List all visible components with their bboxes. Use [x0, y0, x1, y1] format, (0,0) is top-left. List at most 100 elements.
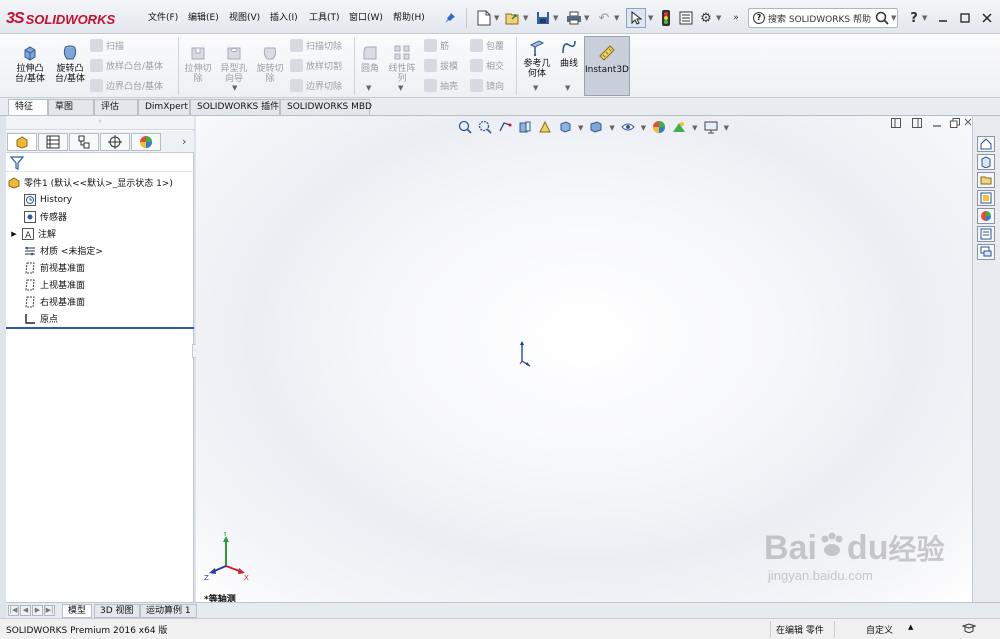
- tree-item-right-plane[interactable]: 右视基准面: [24, 293, 85, 310]
- reference-geometry-dropdown-icon[interactable]: ▼: [533, 84, 538, 92]
- view-palette-icon[interactable]: [977, 190, 995, 206]
- panel-tabs-more-icon[interactable]: ›: [182, 135, 186, 148]
- fillet-button[interactable]: 圆角: [356, 42, 384, 74]
- pin-icon[interactable]: [440, 8, 460, 28]
- minimize-window-button[interactable]: [932, 7, 954, 29]
- document-minimize-button[interactable]: [932, 118, 942, 131]
- search-icon[interactable]: [872, 8, 892, 28]
- view-settings-icon[interactable]: [704, 120, 718, 137]
- solidworks-resources-icon[interactable]: [977, 136, 995, 152]
- menu-edit[interactable]: 编辑(E): [188, 10, 219, 26]
- apply-scene-dropdown-icon[interactable]: ▼: [692, 124, 697, 132]
- hide-show-items-icon[interactable]: [621, 120, 635, 137]
- last-tab-arrow-icon[interactable]: ▶|: [44, 605, 55, 616]
- hide-show-dropdown-icon[interactable]: ▼: [641, 124, 646, 132]
- tree-item-sensors[interactable]: 传感器: [24, 208, 67, 225]
- rib-button[interactable]: 筋: [424, 36, 449, 54]
- hole-dropdown-icon[interactable]: ▼: [232, 84, 237, 92]
- tab-3d-views[interactable]: 3D 视图: [94, 604, 140, 618]
- lofted-cut-button[interactable]: 放样切割: [290, 56, 342, 74]
- open-document-icon[interactable]: [503, 8, 523, 28]
- custom-properties-icon[interactable]: [977, 226, 995, 242]
- dimxpert-manager-tab-icon[interactable]: [100, 133, 130, 151]
- configuration-manager-tab-icon[interactable]: [69, 133, 99, 151]
- tree-item-annotations[interactable]: ▶ A 注解: [10, 225, 56, 242]
- edit-appearance-icon[interactable]: [652, 120, 666, 137]
- view-settings-dropdown-icon[interactable]: ▼: [724, 124, 729, 132]
- appearances-icon[interactable]: [977, 208, 995, 224]
- undo-icon[interactable]: ↶: [594, 8, 614, 28]
- tree-root-part[interactable]: 零件1 (默认<<默认>_显示状态 1>): [8, 174, 173, 191]
- menu-view[interactable]: 视图(V): [229, 10, 260, 26]
- revolve-boss-button[interactable]: 旋转凸 台/基体: [50, 42, 90, 84]
- tab-features[interactable]: 特征: [8, 99, 48, 115]
- linear-pattern-button[interactable]: 线性阵 列: [384, 42, 420, 84]
- property-manager-tab-icon[interactable]: [38, 133, 68, 151]
- zoom-to-area-icon[interactable]: [478, 120, 492, 137]
- menu-tools[interactable]: 工具(T): [309, 10, 340, 26]
- reference-geometry-button[interactable]: 参考几 何体: [519, 37, 555, 79]
- filter-icon[interactable]: [9, 156, 25, 173]
- menu-file[interactable]: 文件(F): [148, 10, 178, 26]
- save-icon[interactable]: [533, 8, 553, 28]
- reference-triad[interactable]: Y X Z: [204, 530, 250, 585]
- options-gear-icon[interactable]: ⚙: [696, 8, 716, 28]
- tab-solidworks-mbd[interactable]: SOLIDWORKS MBD: [280, 99, 372, 115]
- save-dropdown-icon[interactable]: ▼: [553, 14, 558, 22]
- view-orientation-dropdown-icon[interactable]: ▼: [578, 124, 583, 132]
- new-document-icon[interactable]: [474, 8, 494, 28]
- rollback-bar[interactable]: [6, 327, 194, 329]
- new-dropdown-icon[interactable]: ▼: [494, 14, 499, 22]
- origin-marker-icon[interactable]: [517, 340, 531, 371]
- previous-view-icon[interactable]: [498, 120, 512, 137]
- extrude-boss-button[interactable]: 拉伸凸 台/基体: [10, 42, 50, 84]
- open-dropdown-icon[interactable]: ▼: [523, 14, 528, 22]
- fillet-dropdown-icon[interactable]: ▼: [366, 84, 371, 92]
- revolve-cut-button[interactable]: 旋转切 除: [253, 42, 287, 84]
- prev-tab-arrow-icon[interactable]: ◀: [20, 605, 31, 616]
- document-close-button[interactable]: [964, 118, 972, 129]
- file-explorer-icon[interactable]: [977, 172, 995, 188]
- next-tab-arrow-icon[interactable]: ▶: [32, 605, 43, 616]
- rebuild-traffic-light-icon[interactable]: [656, 8, 676, 28]
- display-style-icon[interactable]: [589, 120, 603, 137]
- display-manager-tab-icon[interactable]: [131, 133, 161, 151]
- view-orientation-icon[interactable]: [558, 120, 572, 137]
- boundary-boss-button[interactable]: 边界凸台/基体: [90, 76, 163, 94]
- wrap-button[interactable]: 包覆: [470, 36, 504, 54]
- zoom-to-fit-icon[interactable]: [458, 120, 472, 137]
- curves-button[interactable]: 曲线: [556, 37, 582, 69]
- units-dropdown-icon[interactable]: ▲: [908, 623, 913, 631]
- design-library-icon[interactable]: [977, 154, 995, 170]
- tree-item-material[interactable]: 材质 <未指定>: [24, 242, 103, 259]
- tree-item-front-plane[interactable]: 前视基准面: [24, 259, 85, 276]
- menu-help[interactable]: 帮助(H): [393, 10, 425, 26]
- pattern-dropdown-icon[interactable]: ▼: [398, 84, 403, 92]
- boundary-cut-button[interactable]: 边界切除: [290, 76, 342, 94]
- swept-cut-button[interactable]: 扫描切除: [290, 36, 342, 54]
- print-icon[interactable]: [564, 8, 584, 28]
- split-view-right-icon[interactable]: [912, 118, 922, 131]
- extrude-cut-button[interactable]: 拉伸切 除: [181, 42, 215, 84]
- tree-item-top-plane[interactable]: 上视基准面: [24, 276, 85, 293]
- more-icon[interactable]: »: [726, 8, 746, 28]
- solidworks-logo[interactable]: 3S SOLIDWORKS: [6, 6, 130, 32]
- dynamic-annotation-views-icon[interactable]: [538, 120, 552, 137]
- search-dropdown-icon[interactable]: ▼: [891, 14, 896, 22]
- tab-sketch[interactable]: 草图: [48, 99, 94, 115]
- tab-dimxpert[interactable]: DimXpert: [138, 99, 190, 115]
- print-dropdown-icon[interactable]: ▼: [584, 14, 589, 22]
- tab-model[interactable]: 模型: [62, 604, 93, 618]
- feature-manager-tab-icon[interactable]: [7, 133, 37, 151]
- hole-wizard-button[interactable]: 异型孔 向导: [216, 42, 252, 84]
- tree-item-history[interactable]: History: [24, 191, 72, 208]
- options-dropdown-icon[interactable]: ▼: [716, 14, 721, 22]
- draft-button[interactable]: 拔模: [424, 56, 458, 74]
- shell-button[interactable]: 抽壳: [424, 76, 458, 94]
- split-view-icon[interactable]: [891, 118, 901, 131]
- expand-arrow-icon[interactable]: ▶: [10, 228, 18, 240]
- maximize-window-button[interactable]: [954, 7, 976, 29]
- tab-motion-study[interactable]: 运动算例 1: [140, 604, 197, 618]
- section-view-icon[interactable]: [518, 120, 532, 137]
- curves-dropdown-icon[interactable]: ▼: [565, 84, 570, 92]
